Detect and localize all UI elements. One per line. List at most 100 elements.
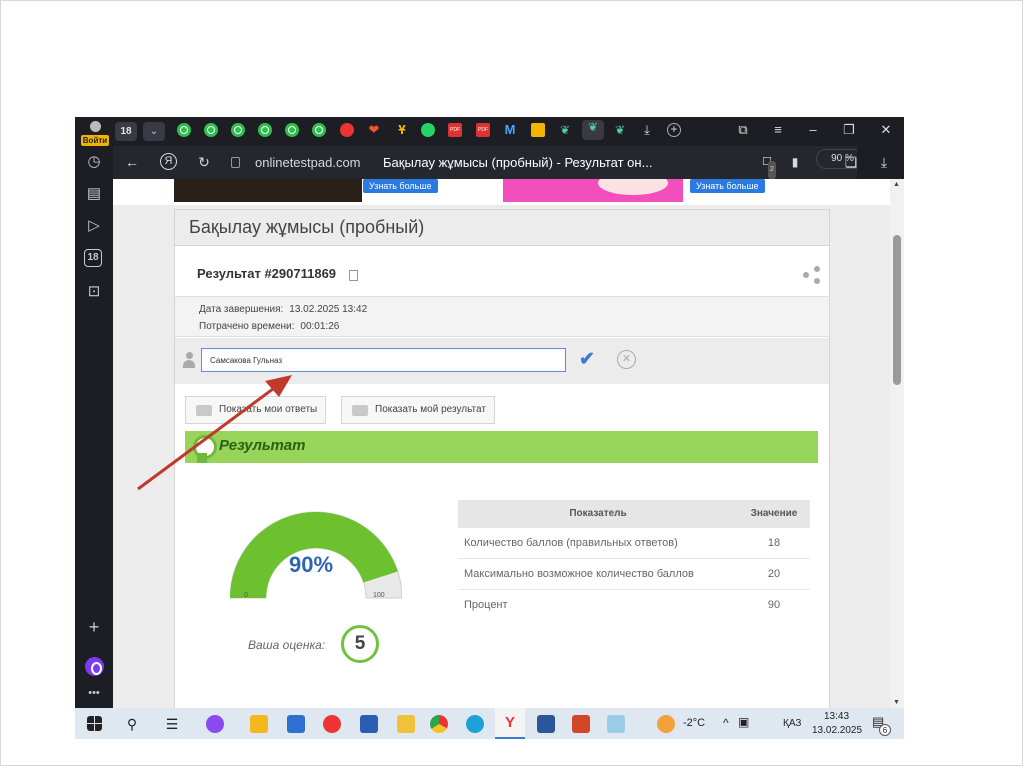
network-icon[interactable]: ▣	[738, 715, 749, 729]
clock-time[interactable]: 13:43	[824, 711, 849, 722]
chevron-down-icon[interactable]: ⌄	[143, 122, 165, 141]
browser-sidebar: Войти ◷ ▤ ▷ 18 ⊡ + •••	[75, 117, 113, 708]
history-icon[interactable]: ◷	[84, 152, 104, 172]
yandex-browser-icon[interactable]	[323, 715, 341, 733]
paint-icon[interactable]	[607, 715, 625, 733]
result-id: Результат #290711869	[197, 266, 337, 281]
search-icon[interactable]: ⚲	[123, 715, 141, 733]
word-icon[interactable]	[537, 715, 555, 733]
test-title: Бақылау жұмысы (пробный)	[189, 217, 425, 237]
menu-icon[interactable]: ≡	[770, 122, 786, 138]
new-tab-icon[interactable]: +	[667, 123, 681, 137]
yandex-active-icon[interactable]: Y	[495, 708, 525, 739]
reload-icon[interactable]: ↻	[195, 153, 213, 171]
tab-favicon-teal[interactable]: ❦	[558, 123, 572, 137]
back-icon[interactable]: ←	[123, 153, 141, 171]
tab-favicon-teal[interactable]: ❦	[613, 123, 627, 137]
tab-count-icon[interactable]: 18	[84, 249, 102, 267]
scrollbar-thumb[interactable]	[893, 235, 901, 385]
python-icon[interactable]	[397, 715, 415, 733]
result-band: Результат	[185, 431, 818, 463]
show-result-label: Показать мой результат	[375, 404, 486, 415]
tab-favicon-green[interactable]	[177, 123, 191, 137]
close-icon[interactable]: ✕	[878, 122, 894, 138]
confirm-check-icon[interactable]: ✔	[579, 348, 595, 371]
ad-image[interactable]	[503, 179, 683, 202]
screenshot-icon[interactable]: ⊡	[84, 282, 104, 302]
tab-counter[interactable]: 18	[115, 122, 137, 141]
alice-assistant-icon[interactable]	[85, 657, 104, 676]
extension-icon[interactable]: ❏	[842, 153, 860, 171]
tab-favicon-yandex[interactable]	[340, 123, 354, 137]
tab-badge-icon[interactable]: ☐ 2	[758, 153, 776, 179]
cancel-x-icon[interactable]: ✕	[617, 350, 636, 369]
ad-more-button[interactable]: Узнать больше	[363, 179, 438, 193]
tray-chevron-icon[interactable]: ^	[723, 716, 729, 730]
image-icon[interactable]	[531, 123, 545, 137]
tab-favicon-green[interactable]	[258, 123, 272, 137]
pdf-icon[interactable]: PDF	[476, 123, 490, 137]
scroll-up-icon[interactable]: ▲	[893, 181, 900, 188]
scroll-down-icon[interactable]: ▼	[893, 699, 900, 706]
tab-favicon-green[interactable]	[312, 123, 326, 137]
tab-active[interactable]: ❦	[582, 120, 604, 140]
start-icon[interactable]	[87, 716, 102, 731]
show-result-button[interactable]: Показать мой результат	[341, 396, 495, 424]
edge-icon[interactable]	[466, 715, 484, 733]
mail-icon[interactable]	[360, 715, 378, 733]
table-row: Количество баллов (правильных ответов) 1…	[458, 528, 810, 559]
collections-icon[interactable]: ▤	[84, 184, 104, 204]
store-icon[interactable]	[287, 715, 305, 733]
task-view-icon[interactable]: ☰	[163, 715, 181, 733]
add-panel-icon[interactable]: +	[84, 617, 104, 637]
address-bar: ← Я ↻ onlinetestpad.com Бақылау жұмысы (…	[113, 146, 904, 179]
bar-chart-icon	[352, 405, 368, 416]
card-header: Бақылау жұмысы (пробный)	[175, 210, 829, 246]
explorer-icon[interactable]	[250, 715, 268, 733]
more-icon[interactable]: •••	[84, 683, 104, 703]
powerpoint-icon[interactable]	[572, 715, 590, 733]
show-answers-button[interactable]: Показать мои ответы	[185, 396, 327, 424]
url-field[interactable]: onlinetestpad.com Бақылау жұмысы (пробны…	[225, 151, 825, 175]
ad-image[interactable]	[174, 179, 362, 202]
tab-favicon-green[interactable]	[285, 123, 299, 137]
clock-date[interactable]: 13.02.2025	[812, 725, 862, 736]
alice-taskbar-icon[interactable]	[206, 715, 224, 733]
share-icon[interactable]	[803, 266, 821, 284]
gauge-svg	[229, 511, 403, 599]
scrollbar[interactable]: ▲ ▼	[890, 179, 904, 708]
ad-more-button[interactable]: Узнать больше	[690, 179, 765, 193]
tab-favicon-green[interactable]	[204, 123, 218, 137]
user-icon	[183, 352, 195, 368]
grade-value: 5	[341, 625, 379, 663]
tab-favicon-yellow[interactable]: Ұ	[395, 123, 409, 137]
whatsapp-icon[interactable]	[421, 123, 435, 137]
time-spent-value: 00:01:26	[300, 321, 340, 332]
weather-icon[interactable]	[657, 715, 675, 733]
tab-favicon-m[interactable]: M	[503, 123, 517, 137]
tab-badge-count: 2	[768, 161, 776, 179]
temperature[interactable]: -2°C	[683, 717, 705, 729]
login-button[interactable]: Войти	[81, 121, 109, 146]
tab-favicon-green[interactable]	[231, 123, 245, 137]
name-input[interactable]	[201, 348, 566, 372]
pdf-icon[interactable]: PDF	[448, 123, 462, 137]
result-info: Дата завершения: 13.02.2025 13:42 Потраче…	[175, 296, 829, 337]
ad-strip: Узнать больше Узнать больше	[113, 179, 890, 205]
yandex-icon[interactable]: Я	[160, 153, 177, 170]
play-icon[interactable]: ▷	[84, 216, 104, 236]
copy-icon[interactable]	[349, 270, 358, 281]
download-icon[interactable]: ⤓	[640, 123, 654, 137]
language-indicator[interactable]: ҚАЗ	[783, 718, 801, 729]
downloads-icon[interactable]: ⤓	[875, 153, 893, 171]
column-header: Показатель	[569, 508, 627, 519]
tabs-icon[interactable]: ⧉	[735, 122, 751, 138]
name-bar: ✔ ✕	[175, 338, 829, 384]
bookmark-icon[interactable]: ▮	[786, 153, 804, 171]
chrome-icon[interactable]	[430, 715, 448, 733]
minimize-icon[interactable]: –	[805, 122, 821, 138]
table-row: Процент 90	[458, 590, 810, 621]
restore-icon[interactable]: ❐	[841, 122, 857, 138]
url-text: onlinetestpad.com	[255, 155, 361, 170]
heart-icon[interactable]: ❤	[367, 123, 381, 137]
